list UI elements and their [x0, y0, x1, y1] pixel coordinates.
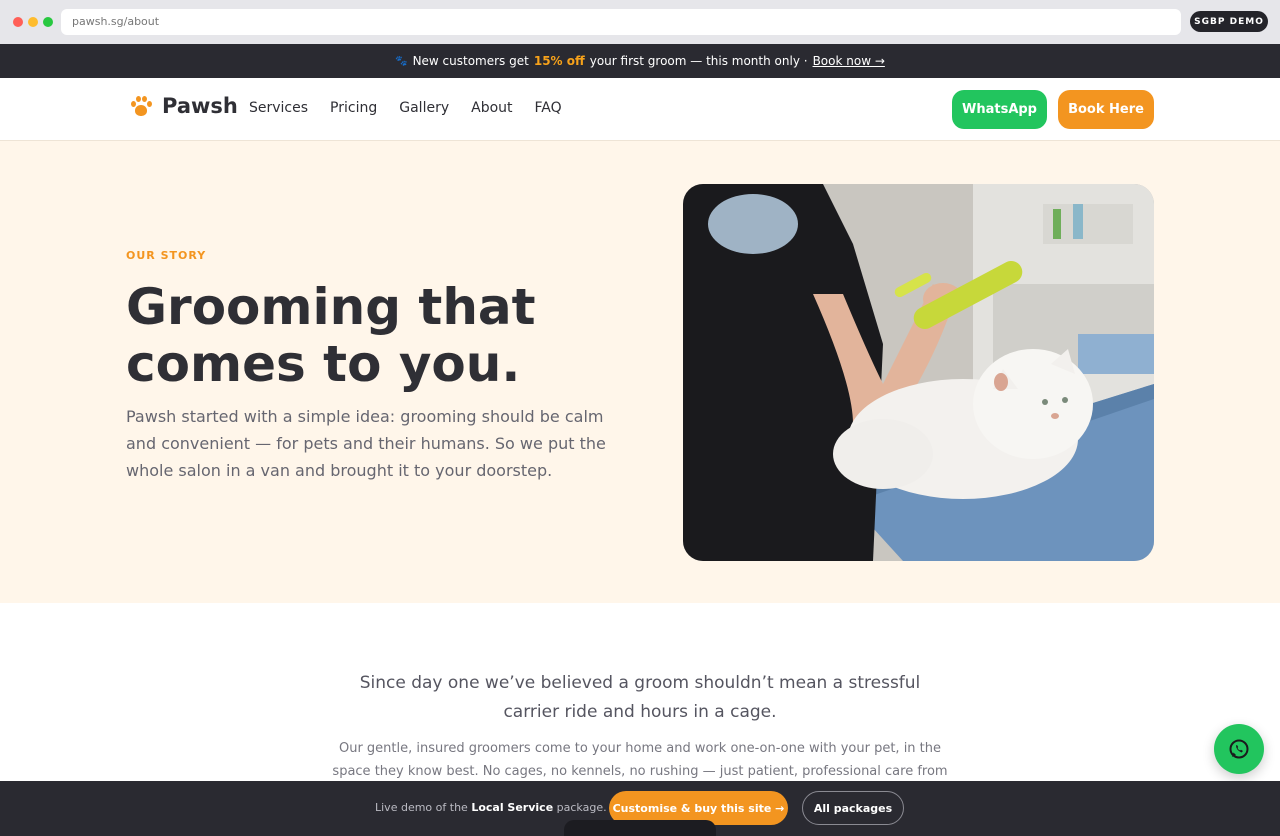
demo-badge: SGBP DEMO: [1190, 11, 1268, 32]
logo[interactable]: Pawsh: [130, 94, 238, 118]
browser-chrome: pawsh.sg/about SGBP DEMO: [0, 0, 1280, 44]
whatsapp-floating-button[interactable]: [1214, 724, 1264, 774]
site-header: Pawsh Services Pricing Gallery About FAQ…: [0, 78, 1280, 141]
minimize-window-icon[interactable]: [28, 17, 38, 27]
demo-description: Live demo of the Local Service package.: [375, 801, 607, 814]
close-window-icon[interactable]: [13, 17, 23, 27]
hero-eyebrow: OUR STORY: [126, 249, 207, 262]
book-now-link[interactable]: Book now →: [813, 54, 885, 68]
paw-icon: 🐾: [395, 55, 408, 67]
announcement-middle: your first groom — this month only ·: [589, 54, 808, 68]
all-packages-button[interactable]: All packages: [802, 791, 904, 825]
hero-photo-cat-grooming: [683, 184, 1154, 561]
announcement-discount: 15% off: [533, 54, 585, 68]
hero-section: OUR STORY Grooming that comes to you. Pa…: [0, 141, 1280, 603]
address-bar[interactable]: pawsh.sg/about: [61, 9, 1181, 35]
hero-subtitle: Pawsh started with a simple idea: groomi…: [126, 407, 606, 480]
story-body: Our gentle, insured groomers come to you…: [332, 741, 948, 779]
brand-name: Pawsh: [162, 94, 238, 118]
main-nav: Services Pricing Gallery About FAQ: [249, 100, 562, 116]
whatsapp-button[interactable]: WhatsApp: [952, 90, 1047, 129]
nav-pricing[interactable]: Pricing: [330, 100, 377, 116]
demo-text-prefix: Live demo of the: [375, 801, 468, 814]
book-here-button[interactable]: Book Here: [1058, 90, 1154, 129]
nav-faq[interactable]: FAQ: [535, 100, 562, 116]
announcement-bar: 🐾 New customers get 15% off your first g…: [0, 44, 1280, 78]
nav-gallery[interactable]: Gallery: [399, 100, 449, 116]
nav-services[interactable]: Services: [249, 100, 308, 116]
nav-about[interactable]: About: [471, 100, 512, 116]
demo-package-name: Local Service: [471, 801, 554, 814]
demo-text-suffix: package.: [556, 801, 607, 814]
story-lead: Since day one we’ve believed a groom sho…: [359, 673, 921, 722]
hero-title: Grooming that comes to you.: [126, 278, 536, 393]
paw-logo-icon: [130, 95, 152, 117]
demo-bar: Live demo of the Local Service package. …: [0, 781, 1280, 836]
whatsapp-icon: [1229, 739, 1249, 759]
cat-grooming-illustration: [683, 184, 1154, 561]
maximize-window-icon[interactable]: [43, 17, 53, 27]
dock-toolbar[interactable]: [564, 820, 716, 836]
announcement-prefix: New customers get: [412, 54, 529, 68]
